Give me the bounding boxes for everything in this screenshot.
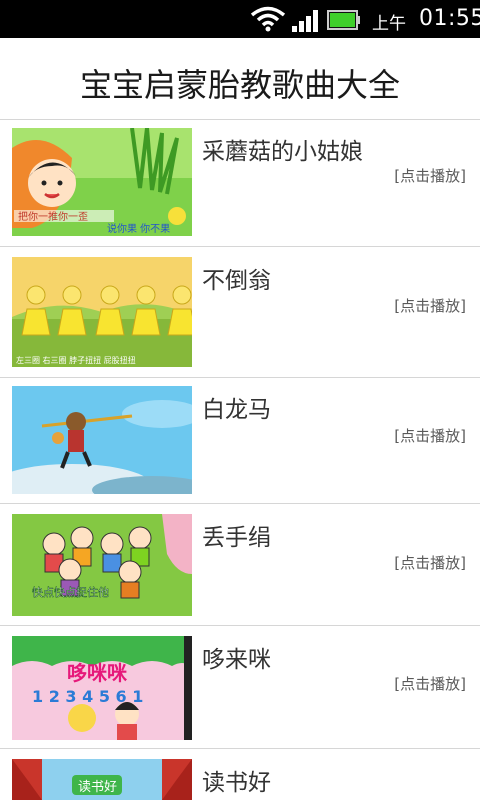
app-header: 宝宝启蒙胎教歌曲大全 — [0, 38, 480, 120]
song-item-3[interactable]: 白龙马 [点击播放] — [0, 378, 480, 504]
play-button[interactable]: [点击播放] — [394, 295, 466, 316]
play-button[interactable]: [点击播放] — [394, 425, 466, 446]
status-time: 01:55 — [419, 6, 480, 31]
play-button[interactable]: [点击播放] — [394, 673, 466, 694]
svg-text:快点快点捉住他: 快点快点捉住他 — [32, 585, 109, 599]
status-ampm: 上午 — [372, 14, 406, 34]
status-bar: 上午 01:55 — [0, 0, 480, 38]
wifi-icon — [250, 6, 286, 32]
song-title: 丢手绢 — [202, 525, 271, 551]
song-list: 把你一推你一歪 说你果 你不果 采蘑菇的小姑娘 [点击播放] 左三圈 右三圈 脖… — [0, 120, 480, 800]
song-item-4[interactable]: 快点快点捉住他 丢手绢 [点击播放] — [0, 504, 480, 626]
song-thumbnail: 把你一推你一歪 说你果 你不果 — [12, 128, 192, 236]
battery-icon — [327, 10, 360, 30]
song-thumbnail: 左三圈 右三圈 脖子扭扭 屁股扭扭 — [12, 257, 192, 367]
page-title: 宝宝启蒙胎教歌曲大全 — [79, 66, 400, 104]
play-button[interactable]: [点击播放] — [394, 552, 466, 573]
song-item-1[interactable]: 把你一推你一歪 说你果 你不果 采蘑菇的小姑娘 [点击播放] — [0, 120, 480, 247]
svg-text:读书好: 读书好 — [78, 780, 117, 795]
song-title: 哆来咪 — [202, 647, 271, 673]
song-item-5[interactable]: 哆咪咪 1 2 3 4 5 6 1 哆来咪 [点击播放] — [0, 626, 480, 749]
song-title: 白龙马 — [202, 397, 271, 423]
play-button[interactable]: [点击播放] — [394, 165, 466, 186]
signal-icon — [292, 10, 318, 32]
song-thumbnail: 哆咪咪 1 2 3 4 5 6 1 — [12, 636, 192, 740]
song-thumbnail: 读书好 — [12, 759, 192, 800]
svg-text:左三圈 右三圈 脖子扭扭 屁股扭扭: 左三圈 右三圈 脖子扭扭 屁股扭扭 — [16, 355, 136, 365]
song-title: 采蘑菇的小姑娘 — [202, 139, 363, 165]
song-item-6[interactable]: 读书好 读书好 — [0, 749, 480, 800]
song-title: 不倒翁 — [202, 268, 271, 294]
song-title: 读书好 — [202, 770, 271, 796]
song-thumbnail — [12, 386, 192, 494]
svg-text:哆咪咪: 哆咪咪 — [67, 661, 128, 685]
svg-text:说你果 你不果: 说你果 你不果 — [107, 222, 170, 235]
song-item-2[interactable]: 左三圈 右三圈 脖子扭扭 屁股扭扭 不倒翁 [点击播放] — [0, 247, 480, 378]
song-thumbnail: 快点快点捉住他 — [12, 514, 192, 616]
svg-text:把你一推你一歪: 把你一推你一歪 — [18, 210, 88, 223]
